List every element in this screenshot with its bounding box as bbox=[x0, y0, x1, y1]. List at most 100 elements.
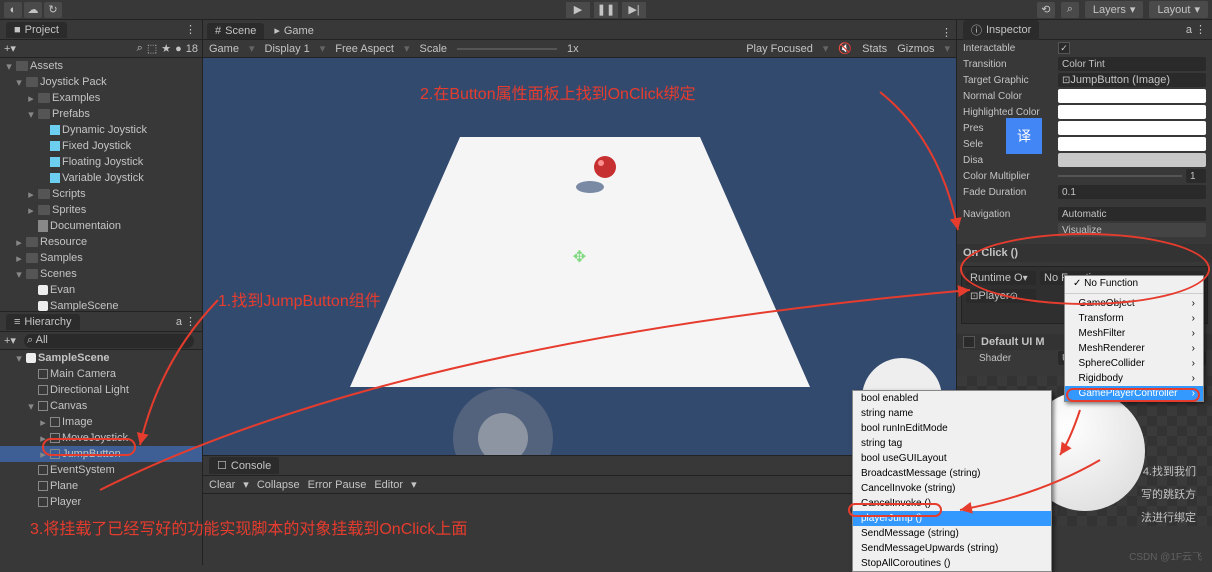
hierarchy-item[interactable]: Main Camera bbox=[0, 366, 202, 382]
hierarchy-item[interactable]: Player bbox=[0, 494, 202, 510]
hierarchy-tree[interactable]: ▾SampleScene Main CameraDirectional Ligh… bbox=[0, 350, 202, 565]
account-icon[interactable]: ◐ bbox=[4, 2, 22, 18]
project-item[interactable]: Fixed Joystick bbox=[0, 138, 202, 154]
project-item[interactable]: ▾Joystick Pack bbox=[0, 74, 202, 90]
scale-slider[interactable] bbox=[457, 48, 557, 50]
method-menu-item[interactable]: CancelInvoke () bbox=[853, 496, 1051, 511]
method-menu-item[interactable]: SendMessageUpwards (string) bbox=[853, 541, 1051, 556]
navigation-dropdown[interactable]: Automatic bbox=[1058, 207, 1206, 221]
function-menu[interactable]: ✓ No Function GameObject Transform MeshF… bbox=[1064, 275, 1204, 402]
fade-field[interactable]: 0.1 bbox=[1058, 185, 1206, 199]
error-pause-button[interactable]: Error Pause bbox=[308, 479, 367, 491]
pressed-color-swatch[interactable] bbox=[1058, 121, 1206, 135]
hierarchy-item[interactable]: Directional Light bbox=[0, 382, 202, 398]
scene-tab[interactable]: # Scene bbox=[207, 23, 264, 39]
console-tab[interactable]: ☐ Console bbox=[209, 457, 279, 474]
func-menu-item[interactable]: MeshRenderer bbox=[1065, 341, 1203, 356]
normal-color-swatch[interactable] bbox=[1058, 89, 1206, 103]
project-tree[interactable]: ▾Assets ▾Joystick Pack▸Examples▾PrefabsD… bbox=[0, 58, 202, 311]
visualize-button[interactable]: Visualize bbox=[1058, 223, 1206, 237]
clear-button[interactable]: Clear bbox=[209, 479, 235, 491]
method-menu-item[interactable]: playerJump () bbox=[853, 511, 1051, 526]
scene-root[interactable]: SampleScene bbox=[38, 352, 110, 364]
method-menu-item[interactable]: bool useGUILayout bbox=[853, 451, 1051, 466]
mute-icon[interactable]: 🔇 bbox=[838, 42, 852, 55]
func-menu-item[interactable]: GamePlayerController bbox=[1065, 386, 1203, 401]
play-button[interactable]: ▶ bbox=[566, 2, 590, 18]
history-icon[interactable]: ↻ bbox=[44, 2, 62, 18]
project-item[interactable]: SampleScene bbox=[0, 298, 202, 311]
project-item[interactable]: Dynamic Joystick bbox=[0, 122, 202, 138]
highlighted-color-swatch[interactable] bbox=[1058, 105, 1206, 119]
layers-dropdown[interactable]: Layers ▾ bbox=[1085, 1, 1144, 18]
undo-icon[interactable]: ⟲ bbox=[1037, 2, 1055, 18]
color-mult-slider[interactable] bbox=[1058, 175, 1182, 177]
search-icon[interactable]: ⌕ bbox=[137, 42, 143, 55]
hierarchy-item[interactable]: ▸JumpButton bbox=[0, 446, 202, 462]
method-menu-item[interactable]: CancelInvoke (string) bbox=[853, 481, 1051, 496]
project-item[interactable]: ▸Samples bbox=[0, 250, 202, 266]
disabled-color-swatch[interactable] bbox=[1058, 153, 1206, 167]
scale-label: Scale bbox=[420, 43, 448, 55]
method-menu[interactable]: bool enabledstring namebool runInEditMod… bbox=[852, 390, 1052, 572]
step-button[interactable]: ▶| bbox=[622, 2, 646, 18]
project-item[interactable]: ▾Prefabs bbox=[0, 106, 202, 122]
func-menu-item[interactable]: MeshFilter bbox=[1065, 326, 1203, 341]
search-icon[interactable]: ⌕ bbox=[1061, 2, 1079, 18]
play-focused-dropdown[interactable]: Play Focused bbox=[746, 43, 813, 55]
func-menu-item[interactable]: SphereCollider bbox=[1065, 356, 1203, 371]
stats-button[interactable]: Stats bbox=[862, 43, 887, 55]
method-menu-item[interactable]: bool runInEditMode bbox=[853, 421, 1051, 436]
runtime-dropdown[interactable]: Runtime O▾ bbox=[966, 271, 1036, 285]
translate-icon[interactable]: 译 bbox=[1006, 118, 1042, 154]
project-item[interactable]: ▸Sprites bbox=[0, 202, 202, 218]
aspect-dropdown[interactable]: Free Aspect bbox=[335, 43, 394, 55]
project-item[interactable]: Floating Joystick bbox=[0, 154, 202, 170]
assets-folder[interactable]: Assets bbox=[30, 60, 63, 72]
hierarchy-item[interactable]: ▸Image bbox=[0, 414, 202, 430]
project-tab[interactable]: ■ Project bbox=[6, 22, 67, 38]
add-button[interactable]: +▾ bbox=[4, 334, 16, 347]
hierarchy-item[interactable]: EventSystem bbox=[0, 462, 202, 478]
project-item[interactable]: ▸Examples bbox=[0, 90, 202, 106]
method-menu-item[interactable]: bool enabled bbox=[853, 391, 1051, 406]
transition-dropdown[interactable]: Color Tint bbox=[1058, 57, 1206, 71]
collapse-button[interactable]: Collapse bbox=[257, 479, 300, 491]
hierarchy-item[interactable]: Plane bbox=[0, 478, 202, 494]
interactable-checkbox[interactable] bbox=[1058, 42, 1070, 54]
func-menu-item[interactable]: ✓ No Function bbox=[1065, 276, 1203, 291]
func-menu-item[interactable]: GameObject bbox=[1065, 296, 1203, 311]
game-tab[interactable]: ▸ Game bbox=[266, 22, 322, 39]
method-menu-item[interactable]: string tag bbox=[853, 436, 1051, 451]
editor-dropdown[interactable]: Editor bbox=[374, 479, 403, 491]
hierarchy-tab[interactable]: ≡ Hierarchy bbox=[6, 314, 80, 330]
method-menu-item[interactable]: BroadcastMessage (string) bbox=[853, 466, 1051, 481]
method-menu-item[interactable]: string name bbox=[853, 406, 1051, 421]
gizmos-dropdown[interactable]: Gizmos bbox=[897, 43, 934, 55]
material-checkbox[interactable] bbox=[963, 336, 975, 348]
target-graphic-field[interactable]: ⊡ JumpButton (Image) bbox=[1058, 73, 1206, 87]
project-item[interactable]: ▾Scenes bbox=[0, 266, 202, 282]
project-item[interactable]: Evan bbox=[0, 282, 202, 298]
add-button[interactable]: +▾ bbox=[4, 42, 16, 55]
method-menu-item[interactable]: StopAllCoroutines () bbox=[853, 556, 1051, 571]
func-menu-item[interactable]: Rigidbody bbox=[1065, 371, 1203, 386]
search-hierarchy[interactable]: ⌕ All bbox=[24, 334, 194, 348]
method-menu-item[interactable]: SendMessage (string) bbox=[853, 526, 1051, 541]
func-menu-item[interactable]: Transform bbox=[1065, 311, 1203, 326]
project-item[interactable]: ▸Resource bbox=[0, 234, 202, 250]
game-view[interactable]: ✥ bbox=[203, 58, 956, 455]
color-mult-value[interactable]: 1 bbox=[1186, 169, 1206, 183]
project-item[interactable]: Variable Joystick bbox=[0, 170, 202, 186]
inspector-tab[interactable]: ⓘ Inspector bbox=[963, 20, 1039, 40]
object-field[interactable]: ⊡Player ⊙ bbox=[966, 289, 1036, 303]
pause-button[interactable]: ❚❚ bbox=[594, 2, 618, 18]
display-dropdown[interactable]: Display 1 bbox=[265, 43, 310, 55]
hierarchy-item[interactable]: ▾Canvas bbox=[0, 398, 202, 414]
layout-dropdown[interactable]: Layout ▾ bbox=[1149, 1, 1208, 18]
project-item[interactable]: ▸Scripts bbox=[0, 186, 202, 202]
cloud-icon[interactable]: ☁ bbox=[24, 2, 42, 18]
selected-color-swatch[interactable] bbox=[1058, 137, 1206, 151]
project-item[interactable]: Documentaion bbox=[0, 218, 202, 234]
hierarchy-item[interactable]: ▸MoveJoystick bbox=[0, 430, 202, 446]
